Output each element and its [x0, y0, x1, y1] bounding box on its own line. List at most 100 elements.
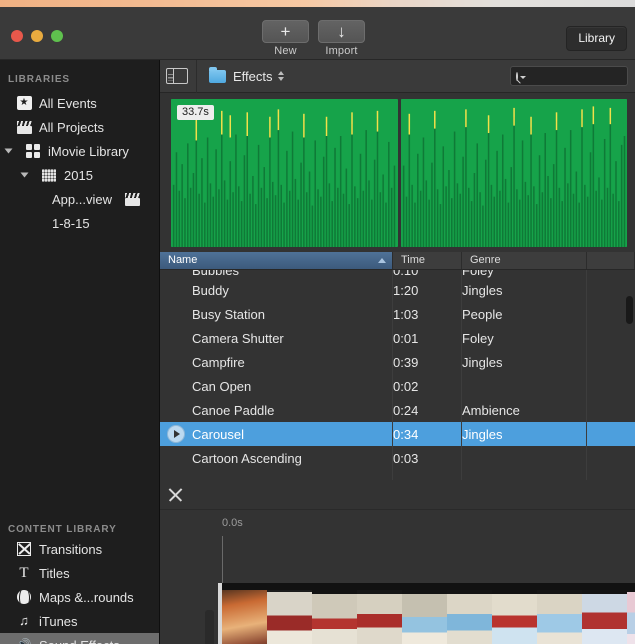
- calendar-icon: [41, 168, 57, 182]
- table-vertical-scrollbar[interactable]: [626, 296, 633, 324]
- cell-name: Bubbles: [192, 270, 239, 278]
- cell-time: 0:39: [393, 354, 419, 370]
- browser-toolbar: Effects: [160, 59, 635, 93]
- timeline-start-time-label: 0.0s: [222, 517, 243, 529]
- sidebar-item-label: All Projects: [39, 119, 105, 135]
- cell-time: 1:03: [393, 306, 419, 322]
- table-row[interactable]: Buddy 1:20 Jingles: [160, 278, 635, 302]
- waveform-path-right: [400, 99, 627, 247]
- table-body[interactable]: Bubbles 0:10 Foley Buddy 1:20 Jingles Bu…: [160, 270, 635, 480]
- play-circle-icon[interactable]: [160, 425, 192, 443]
- sidebar-item-maps-backgrounds[interactable]: Maps &...rounds: [0, 585, 159, 609]
- table-row[interactable]: Can Open 0:02: [160, 374, 635, 398]
- timeline-body[interactable]: 0.0s: [160, 510, 635, 644]
- cell-name: Canoe Paddle: [192, 402, 275, 418]
- filmstrip-frame: [447, 583, 492, 644]
- new-button-label: New: [274, 45, 297, 57]
- column-header-time[interactable]: Time: [393, 252, 462, 269]
- column-header-spacer: [587, 252, 635, 269]
- sidebar-item-titles[interactable]: T Titles: [0, 561, 159, 585]
- sidebar-item-all-events[interactable]: ★ All Events: [0, 91, 159, 115]
- cell-time: 0:10: [393, 270, 419, 278]
- sidebar-item-transitions[interactable]: Transitions: [0, 537, 159, 561]
- sidebar-item-sound-effects[interactable]: 🔊 Sound Effects: [0, 633, 159, 644]
- cell-genre: Jingles: [462, 282, 503, 298]
- cell-genre: People: [462, 306, 503, 322]
- sidebar-item-all-projects[interactable]: All Projects: [0, 115, 159, 139]
- sort-ascending-icon: [378, 258, 386, 263]
- sound-effects-table[interactable]: Name Time Genre Bubbles 0:10 Foley Buddy…: [160, 252, 635, 480]
- close-window-button[interactable]: [11, 30, 23, 42]
- traffic-lights: [11, 30, 63, 42]
- table-row-selected[interactable]: Carousel 0:34 Jingles: [160, 422, 635, 446]
- zoom-window-button[interactable]: [51, 30, 63, 42]
- audio-preview-panel[interactable]: 33.7s: [160, 93, 635, 252]
- sidebar-item-2015[interactable]: 2015: [0, 163, 159, 187]
- chevron-down-icon[interactable]: [520, 76, 526, 79]
- window-titlebar: + New ↓ Import Library: [0, 7, 635, 60]
- cell-genre: Jingles: [462, 354, 503, 370]
- cell-time: 0:01: [393, 330, 419, 346]
- titles-icon: T: [19, 565, 29, 581]
- waveform-right-channel: [400, 99, 627, 247]
- clapperboard-icon: [125, 192, 141, 206]
- sidebar-item-label: Sound Effects: [39, 638, 120, 644]
- sidebar-item-1-8-15[interactable]: 1-8-15: [0, 211, 159, 235]
- library-button[interactable]: Library: [566, 26, 627, 51]
- clip-drag-handle[interactable]: [205, 610, 214, 644]
- close-icon[interactable]: [167, 486, 184, 503]
- table-row[interactable]: Bubbles 0:10 Foley: [160, 270, 635, 278]
- video-clip-filmstrip[interactable]: [222, 583, 635, 644]
- timeline-panel: 0.0s: [160, 480, 635, 644]
- sidebar-item-itunes[interactable]: ♫ iTunes: [0, 609, 159, 633]
- toolbar-actions: + New ↓ Import: [262, 20, 365, 57]
- grid-icon: [25, 144, 41, 158]
- table-row[interactable]: Busy Station 1:03 People: [160, 302, 635, 326]
- cell-name: Busy Station: [192, 306, 265, 322]
- waveform[interactable]: 33.7s: [171, 99, 627, 247]
- up-down-stepper-icon[interactable]: [277, 71, 284, 81]
- cell-time: 0:34: [393, 426, 419, 442]
- imovie-window: + New ↓ Import Library LIBRARIES ★ All E…: [0, 0, 635, 644]
- clapperboard-icon: [16, 120, 32, 134]
- minimize-window-button[interactable]: [31, 30, 43, 42]
- disclosure-triangle-icon[interactable]: [20, 171, 34, 179]
- cell-time: 0:03: [393, 450, 419, 466]
- table-header-row: Name Time Genre: [160, 252, 635, 270]
- filmstrip-frame: [492, 583, 537, 644]
- table-row[interactable]: Cartoon Ascending 0:03: [160, 446, 635, 470]
- table-row[interactable]: Campfire 0:39 Jingles: [160, 350, 635, 374]
- search-input[interactable]: [528, 70, 635, 82]
- search-icon: [516, 71, 518, 81]
- libraries-section-header: LIBRARIES: [8, 74, 70, 85]
- sidebar-item-label: iMovie Library: [48, 143, 129, 159]
- filmstrip-frame: [402, 583, 447, 644]
- filmstrip-frame: [537, 583, 582, 644]
- column-header-name[interactable]: Name: [160, 252, 393, 269]
- plus-icon: +: [262, 20, 309, 43]
- search-field[interactable]: [510, 66, 635, 86]
- filmstrip-frame: [312, 583, 357, 644]
- table-row[interactable]: Canoe Paddle 0:24 Ambience: [160, 398, 635, 422]
- breadcrumb[interactable]: Effects: [233, 69, 273, 84]
- star-icon: ★: [16, 96, 32, 110]
- table-row[interactable]: Camera Shutter 0:01 Foley: [160, 326, 635, 350]
- cell-name: Cartoon Ascending: [192, 450, 302, 466]
- column-header-genre[interactable]: Genre: [462, 252, 587, 269]
- disclosure-triangle-icon[interactable]: [4, 147, 18, 155]
- transitions-icon: [16, 542, 32, 556]
- waveform-path-left: [171, 99, 398, 247]
- toolbar-divider: [196, 59, 197, 93]
- sidebar[interactable]: LIBRARIES ★ All Events All Projects iMov…: [0, 60, 160, 644]
- import-button[interactable]: ↓ Import: [318, 20, 365, 57]
- sidebar-item-imovie-library[interactable]: iMovie Library: [0, 139, 159, 163]
- sidebar-item-label: Maps &...rounds: [39, 589, 134, 605]
- filmstrip-frame: [267, 583, 312, 644]
- sidebar-toggle-icon[interactable]: [166, 68, 188, 84]
- filmstrip-frame: [222, 583, 267, 644]
- cell-name: Carousel: [192, 426, 245, 442]
- sidebar-item-app-view[interactable]: App...view: [0, 187, 159, 211]
- cell-time: 0:24: [393, 402, 419, 418]
- sidebar-item-label: App...view: [52, 191, 112, 207]
- new-button[interactable]: + New: [262, 20, 309, 57]
